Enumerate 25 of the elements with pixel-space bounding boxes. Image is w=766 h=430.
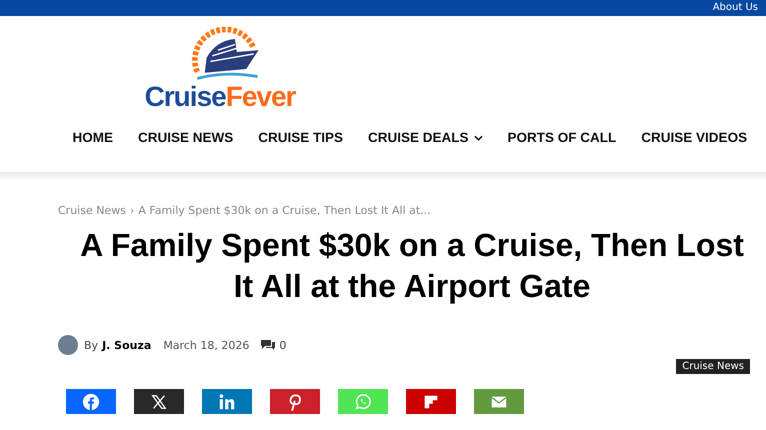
whatsapp-icon xyxy=(354,392,372,410)
x-icon xyxy=(150,392,168,410)
byline-label: By xyxy=(84,338,98,352)
nav-link[interactable]: CRUISE VIDEOS xyxy=(628,130,760,145)
nav-link[interactable]: HOME xyxy=(60,130,126,145)
logo-wordmark[interactable]: CruiseFever xyxy=(144,82,296,112)
facebook-icon xyxy=(82,392,100,410)
author-link[interactable]: J. Souza xyxy=(102,338,152,352)
share-button[interactable] xyxy=(134,389,184,414)
nav-link[interactable]: CRUISE DEALS xyxy=(356,130,496,145)
breadcrumb-separator: › xyxy=(130,204,134,217)
nav-link[interactable]: CRUISE NEWS xyxy=(126,130,246,145)
flipboard-icon xyxy=(422,392,440,410)
breadcrumb-current: A Family Spent $30k on a Cruise, Then Lost It All at... xyxy=(138,204,431,217)
about-link[interactable]: About Us xyxy=(712,2,758,14)
comment-count[interactable]: 0 xyxy=(279,338,286,352)
category-tag[interactable]: Cruise News xyxy=(676,359,750,374)
article-date: March 18, 2026 xyxy=(163,338,250,352)
author-avatar xyxy=(58,335,78,355)
nav-link[interactable]: CRUISE TIPS xyxy=(246,130,356,145)
article-title: A Family Spent $30k on a Cruise, Then Lost It All at the Airport Gate xyxy=(79,226,745,306)
breadcrumb-link[interactable]: Cruise News xyxy=(58,204,126,217)
nav-link[interactable]: PORTS OF CALL xyxy=(495,130,629,145)
linkedin-icon xyxy=(218,392,236,410)
comments-icon xyxy=(261,340,276,350)
